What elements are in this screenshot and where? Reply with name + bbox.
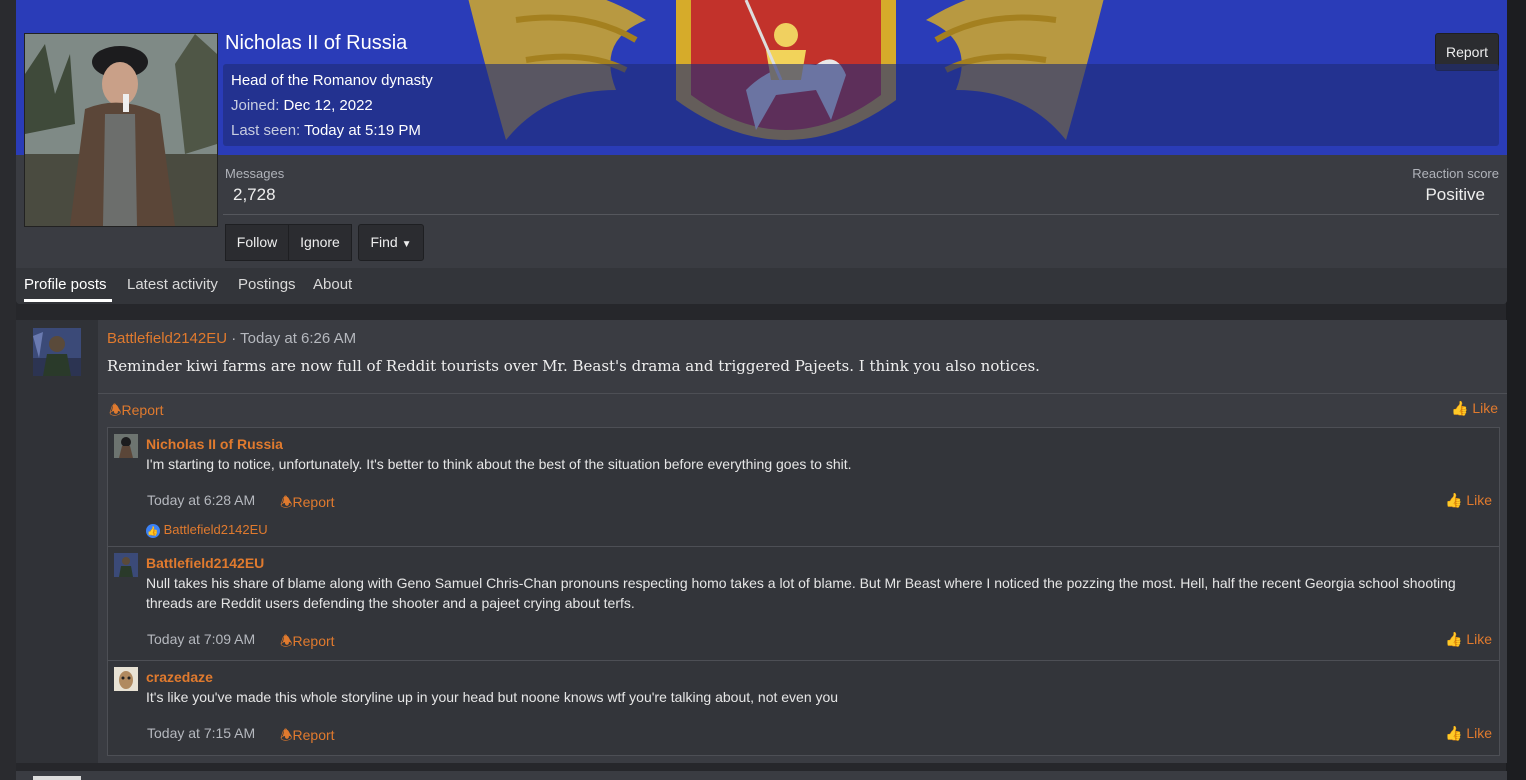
profile-header: Nicholas II of Russia Report Head of the…	[16, 0, 1507, 304]
active-tab-indicator	[24, 299, 112, 302]
profile-post: Battlefield2142EU · Today at 6:26 AM Rem…	[16, 320, 1507, 763]
last-seen-value: Today at 5:19 PM	[304, 122, 421, 139]
follow-button[interactable]: Follow	[225, 224, 289, 261]
user-title: Head of the Romanov dynasty	[231, 72, 433, 89]
comment-report-link[interactable]: 🕭Report	[280, 631, 335, 655]
comment-report-link[interactable]: 🕭Report	[280, 492, 335, 516]
right-scroll-gutter	[1506, 0, 1526, 780]
post-separator: ·	[231, 330, 237, 347]
comment-report-link[interactable]: 🕭Report	[280, 725, 335, 749]
tab-about[interactable]: About	[313, 276, 352, 293]
comment-author-link[interactable]: crazedaze	[146, 669, 213, 685]
comment-like-link[interactable]: 👍 Like	[1445, 631, 1492, 648]
comment-report-label: Report	[292, 494, 335, 510]
post-body: Reminder kiwi farms are now full of Redd…	[107, 357, 1040, 375]
comment-timestamp[interactable]: Today at 7:15 AM	[147, 725, 255, 741]
comment-text: Null takes his share of blame along with…	[146, 575, 1456, 611]
joined-label: Joined:	[231, 97, 280, 114]
tab-profile-posts[interactable]: Profile posts	[24, 276, 107, 293]
like-reaction-icon: 👍	[146, 524, 160, 538]
avatar-image	[33, 328, 81, 376]
avatar-photo	[25, 34, 217, 226]
bell-icon: 🕭	[280, 727, 293, 743]
find-dropdown-button[interactable]: Find ▼	[358, 224, 424, 261]
comments-list: Nicholas II of Russia I'm starting to no…	[107, 427, 1500, 756]
last-seen-row: Last seen: Today at 5:19 PM	[231, 122, 421, 139]
reaction-score-label: Reaction score	[1412, 166, 1499, 181]
tab-latest-activity[interactable]: Latest activity	[127, 276, 218, 293]
post-like-label: Like	[1472, 400, 1498, 416]
divider	[223, 214, 1499, 215]
ignore-button[interactable]: Ignore	[288, 224, 352, 261]
comment-text: It's like you've made this whole storyli…	[146, 689, 839, 705]
avatar-image	[114, 553, 138, 577]
thumbs-up-icon: 👍	[1450, 400, 1469, 416]
bell-icon: 🕭	[280, 633, 293, 649]
messages-label: Messages	[225, 166, 285, 181]
profile-info-box: Head of the Romanov dynasty Joined: Dec …	[223, 64, 1499, 146]
post-author-link[interactable]: Battlefield2142EU	[107, 330, 227, 347]
joined-value: Dec 12, 2022	[283, 97, 373, 114]
post-header: Battlefield2142EU · Today at 6:26 AM	[107, 330, 356, 347]
comment-like-label: Like	[1466, 492, 1492, 508]
joined-row: Joined: Dec 12, 2022	[231, 97, 373, 114]
post-avatar-column	[16, 320, 98, 763]
next-post-avatar[interactable]	[33, 776, 81, 780]
post-report-link[interactable]: 🕭Report	[109, 400, 164, 424]
left-gutter	[0, 0, 16, 780]
comment-author-link[interactable]: Nicholas II of Russia	[146, 436, 283, 452]
caret-down-icon: ▼	[401, 239, 412, 250]
comment-timestamp[interactable]: Today at 7:09 AM	[147, 631, 255, 647]
post-timestamp[interactable]: Today at 6:26 AM	[240, 330, 356, 347]
post-divider	[98, 393, 1507, 394]
bell-icon: 🕭	[280, 494, 293, 510]
last-seen-label: Last seen:	[231, 122, 301, 139]
comment-avatar[interactable]	[114, 434, 138, 458]
comment-report-label: Report	[292, 727, 335, 743]
post-author-avatar[interactable]	[33, 328, 81, 376]
thumbs-up-icon: 👍	[1444, 492, 1463, 508]
comment-like-link[interactable]: 👍 Like	[1445, 725, 1492, 742]
next-profile-post	[16, 771, 1507, 780]
profile-tabs: Profile posts Latest activity Postings A…	[16, 268, 1507, 304]
reaction-score-value[interactable]: Positive	[1425, 185, 1485, 205]
comment-item: crazedaze It's like you've made this who…	[108, 661, 1499, 755]
comment-report-label: Report	[292, 633, 335, 649]
messages-count[interactable]: 2,728	[233, 185, 276, 205]
comment-author-link[interactable]: Battlefield2142EU	[146, 555, 264, 571]
thumbs-up-icon: 👍	[1444, 725, 1463, 741]
comment-timestamp[interactable]: Today at 6:28 AM	[147, 492, 255, 508]
comment-item: Nicholas II of Russia I'm starting to no…	[108, 428, 1499, 546]
profile-username[interactable]: Nicholas II of Russia	[225, 32, 407, 55]
comment-like-label: Like	[1466, 725, 1492, 741]
find-label: Find	[370, 234, 398, 250]
thumbs-up-icon: 👍	[1444, 631, 1463, 647]
comment-avatar[interactable]	[114, 667, 138, 691]
comment-like-link[interactable]: 👍 Like	[1445, 492, 1492, 509]
comment-like-label: Like	[1466, 631, 1492, 647]
post-like-link[interactable]: 👍 Like	[1451, 400, 1498, 417]
comment-item: Battlefield2142EU Null takes his share o…	[108, 547, 1499, 660]
avatar-image	[114, 667, 138, 691]
comment-text: I'm starting to notice, unfortunately. I…	[146, 456, 852, 472]
avatar-image	[114, 434, 138, 458]
reaction-user-link[interactable]: Battlefield2142EU	[164, 522, 268, 537]
tab-postings[interactable]: Postings	[238, 276, 296, 293]
bell-icon: 🕭	[109, 402, 122, 418]
post-report-label: Report	[121, 402, 164, 418]
profile-avatar[interactable]	[24, 33, 218, 227]
comment-avatar[interactable]	[114, 553, 138, 577]
reactions-summary[interactable]: 👍 Battlefield2142EU	[146, 522, 268, 538]
